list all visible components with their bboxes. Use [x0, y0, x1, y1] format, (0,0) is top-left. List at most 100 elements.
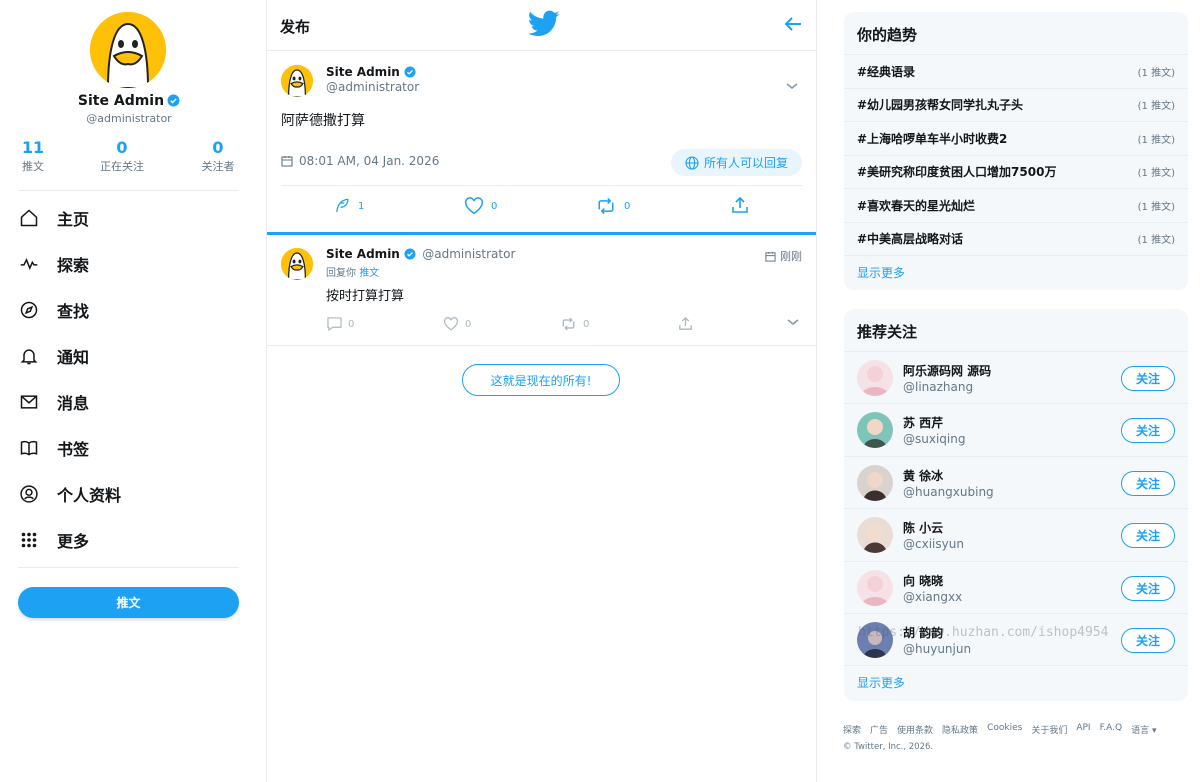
reply-share-action[interactable] — [679, 317, 692, 330]
follow-button[interactable]: 关注 — [1121, 523, 1175, 549]
twitter-bird-icon[interactable] — [527, 10, 560, 42]
post-avatar[interactable] — [281, 65, 313, 97]
suggestion-name[interactable]: 胡 韵韵 — [903, 624, 943, 641]
profile-avatar[interactable] — [90, 12, 166, 88]
footer-link[interactable]: 关于我们 — [1031, 723, 1067, 736]
follow-button[interactable]: 关注 — [1121, 575, 1175, 601]
nav-item-find[interactable]: 查找 — [18, 292, 239, 328]
follow-button[interactable]: 关注 — [1121, 366, 1175, 391]
trend-tag: #上海哈啰单车半小时收费2 — [857, 131, 1008, 146]
trend-item[interactable]: #美研究称印度贫困人口增加7500万 (1 推文) — [844, 156, 1188, 189]
reply-scope-button[interactable]: 所有人可以回复 — [671, 149, 802, 176]
suggestion-avatar[interactable] — [857, 360, 893, 396]
nav-item-explore[interactable]: 探索 — [18, 246, 239, 282]
nav-item-home[interactable]: 主页 — [18, 200, 239, 236]
user-icon — [18, 483, 40, 505]
footer-link[interactable]: 广告 — [870, 723, 888, 736]
follow-suggestion[interactable]: 苏 西芹 @suxiqing 关注 — [844, 404, 1188, 457]
footer-link[interactable]: F.A.Q — [1100, 723, 1123, 736]
repost-action[interactable]: 0 — [595, 197, 630, 215]
footer-link[interactable]: API — [1076, 723, 1090, 736]
nav-item-messages[interactable]: 消息 — [18, 384, 239, 420]
reply-like-action[interactable]: 0 — [443, 317, 471, 331]
trend-tag: #幼儿园男孩帮女同学扎丸子头 — [857, 98, 1024, 113]
footer-link[interactable]: 探索 — [843, 723, 861, 736]
reply-reply-action[interactable]: 0 — [327, 317, 354, 331]
trend-item[interactable]: #上海哈啰单车半小时收费2 (1 推文) — [844, 122, 1188, 156]
home-icon — [18, 207, 40, 229]
trend-item[interactable]: #中美高层战略对话 (1 推文) — [844, 223, 1188, 256]
follow-button[interactable]: 关注 — [1121, 470, 1175, 496]
follow-suggestion[interactable]: 黄 徐冰 @huangxubing 关注 — [844, 457, 1188, 510]
chevron-down-icon[interactable] — [786, 317, 800, 327]
suggestion-name[interactable]: 陈 小云 — [903, 519, 943, 536]
back-arrow-icon[interactable] — [784, 16, 802, 36]
reply-repost-action[interactable]: 0 — [560, 317, 589, 331]
chevron-down-icon[interactable] — [785, 76, 799, 95]
left-sidebar: Site Admin @administrator 11 推文 0 正在关注 0… — [0, 0, 267, 782]
follow-suggestion[interactable]: 陈 小云 @cxiisyun 关注 — [844, 509, 1188, 562]
reply-to-link[interactable]: 推文 — [359, 268, 379, 279]
profile-name[interactable]: Site Admin — [0, 93, 258, 111]
suggestion-name[interactable]: 苏 西芹 — [903, 414, 943, 431]
trend-item[interactable]: #幼儿园男孩帮女同学扎丸子头 (1 推文) — [844, 89, 1188, 122]
nav-item-label: 个人资料 — [57, 486, 122, 505]
footer-link[interactable]: Cookies — [987, 723, 1022, 736]
suggestion-avatar[interactable] — [857, 569, 893, 606]
follow-suggestion[interactable]: 向 晓晓 @xiangxx 关注 — [844, 562, 1188, 614]
trend-item[interactable]: #经典语录 (1 推文) — [844, 55, 1188, 89]
follow-button[interactable]: 关注 — [1121, 418, 1175, 444]
nav-item-label: 通知 — [57, 348, 90, 367]
suggestion-name[interactable]: 阿乐源码网 源码 — [903, 362, 991, 379]
profile-handle: @administrator — [86, 112, 172, 125]
mail-icon — [18, 391, 40, 413]
globe-icon — [685, 155, 699, 170]
suggestion-avatar[interactable] — [857, 517, 893, 554]
trend-item[interactable]: #喜欢春天的星光灿烂 (1 推文) — [844, 189, 1188, 223]
share-icon — [732, 197, 748, 213]
footer-link[interactable]: 使用条款 — [897, 723, 933, 736]
calendar-icon — [281, 155, 293, 167]
book-icon — [18, 437, 40, 459]
suggestion-avatar[interactable] — [857, 464, 893, 501]
share-action[interactable] — [732, 197, 748, 213]
retweet-icon — [560, 317, 577, 331]
comment-icon — [327, 317, 342, 331]
suggestion-name[interactable]: 黄 徐冰 — [903, 467, 943, 484]
page-title: 发布 — [280, 18, 311, 36]
post-text: 阿萨德撒打算 — [281, 113, 365, 129]
nav-item-profile[interactable]: 个人资料 — [18, 476, 239, 512]
nav-item-more[interactable]: 更多 — [18, 522, 239, 558]
reply-action[interactable]: 1 — [333, 197, 364, 215]
end-of-feed-button[interactable]: 这就是现在的所有! — [462, 364, 620, 396]
trends-show-more-link[interactable]: 显示更多 — [844, 256, 1188, 289]
nav-item-bookmarks[interactable]: 书签 — [18, 430, 239, 466]
suggestion-avatar[interactable] — [857, 412, 893, 449]
penguin-avatar-icon — [281, 65, 313, 97]
recommend-show-more-link[interactable]: 显示更多 — [844, 666, 1188, 699]
pulse-icon — [18, 253, 40, 275]
reply-author[interactable]: Site Admin @administrator — [326, 247, 515, 263]
main-header: 发布 — [267, 0, 816, 51]
follow-suggestion[interactable]: 阿乐源码网 源码 @linazhang 关注 — [844, 352, 1188, 405]
suggestion-avatar[interactable] — [857, 621, 893, 658]
footer-links: 探索 广告 使用条款 隐私政策 Cookies 关于我们 API F.A.Q 语… — [843, 723, 1157, 736]
post-author-handle[interactable]: @administrator — [326, 80, 419, 94]
post-author-name[interactable]: Site Admin — [326, 65, 416, 81]
language-dropdown[interactable]: 语言 ▾ — [1131, 723, 1156, 736]
tweet-button[interactable]: 推文 — [18, 587, 239, 618]
stat-following[interactable]: 0 正在关注 — [92, 138, 152, 174]
reply-reply-count: 0 — [348, 318, 355, 330]
main-post: Site Admin @administrator 阿萨德撒打算 08:01 A… — [267, 51, 816, 234]
follow-button[interactable]: 关注 — [1121, 627, 1175, 653]
footer-link[interactable]: 隐私政策 — [942, 723, 978, 736]
nav-item-label: 更多 — [57, 532, 90, 551]
like-action[interactable]: 0 — [464, 197, 497, 215]
follow-suggestion[interactable]: 胡 韵韵 @huyunjun 关注 — [844, 614, 1188, 667]
suggestion-name[interactable]: 向 晓晓 — [903, 572, 943, 589]
stat-followers[interactable]: 0 关注者 — [194, 138, 242, 174]
reply-avatar[interactable] — [281, 248, 313, 280]
reply-repost-count: 0 — [583, 318, 590, 330]
stat-tweets[interactable]: 11 推文 — [14, 138, 52, 174]
nav-item-notifications[interactable]: 通知 — [18, 338, 239, 374]
